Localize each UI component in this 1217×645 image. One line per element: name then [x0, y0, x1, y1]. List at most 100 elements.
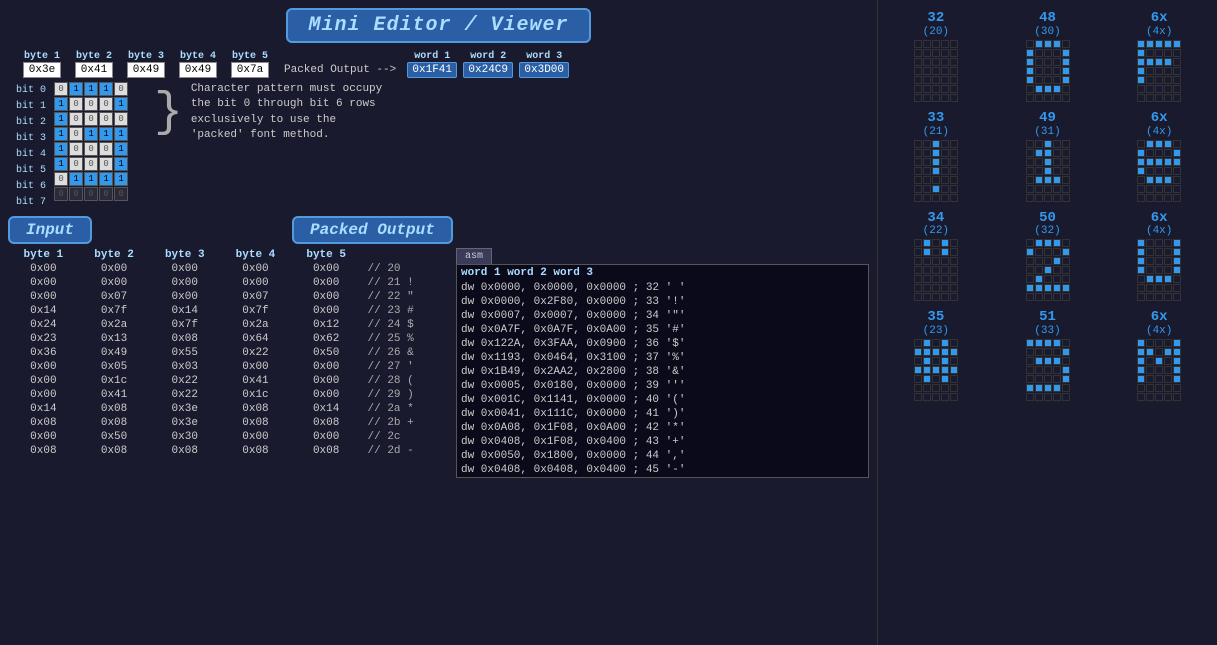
char-cell-1-3-5-0 — [1026, 384, 1034, 392]
input-col-header-4: byte 5 — [291, 248, 362, 262]
word-col-1: word 1 0x1F41 — [404, 51, 460, 78]
char-cell-2-2-2-2 — [1155, 257, 1163, 265]
char-cell-0-0-5-1 — [923, 85, 931, 93]
char-cell-2-3-3-3 — [1164, 366, 1172, 374]
char-cell-1-2-1-1 — [1035, 248, 1043, 256]
char-cell-1-3-3-3 — [1053, 366, 1061, 374]
input-col-header-3: byte 4 — [220, 248, 291, 262]
grid-cell-7-1[interactable]: 0 — [69, 187, 83, 201]
grid-cell-3-1[interactable]: 0 — [69, 127, 83, 141]
grid-cell-1-2[interactable]: 0 — [84, 97, 98, 111]
packed-cell-12: dw 0x0050, 0x1800, 0x0000 ; 44 ',' — [457, 449, 868, 463]
grid-cell-4-0[interactable]: 1 — [54, 142, 68, 156]
grid-cell-0-0[interactable]: 0 — [54, 82, 68, 96]
input-cell-2-4: 0x00 — [291, 290, 362, 304]
bit-grid-row-1: 10001 — [54, 97, 128, 111]
input-cell-1-0: 0x00 — [8, 276, 79, 290]
char-cell-2-1-4-2 — [1155, 176, 1163, 184]
char-cell-2-3-6-2 — [1155, 393, 1163, 401]
grid-cell-6-4[interactable]: 1 — [114, 172, 128, 186]
grid-cell-0-3[interactable]: 1 — [99, 82, 113, 96]
char-cell-0-2-6-4 — [950, 293, 958, 301]
char-cell-1-3-6-0 — [1026, 393, 1034, 401]
grid-cell-4-4[interactable]: 1 — [114, 142, 128, 156]
char-cell-0-3-1-2 — [932, 348, 940, 356]
grid-cell-6-3[interactable]: 1 — [99, 172, 113, 186]
char-cell-0-0-3-4 — [950, 67, 958, 75]
grid-cell-1-3[interactable]: 0 — [99, 97, 113, 111]
input-cell-0-1: 0x00 — [79, 262, 150, 276]
grid-cell-3-4[interactable]: 1 — [114, 127, 128, 141]
grid-cell-2-0[interactable]: 1 — [54, 112, 68, 126]
grid-cell-1-0[interactable]: 1 — [54, 97, 68, 111]
grid-cell-4-1[interactable]: 0 — [69, 142, 83, 156]
grid-cell-5-0[interactable]: 1 — [54, 157, 68, 171]
annotation-area: } Character pattern must occupy the bit … — [154, 82, 391, 144]
char-cell-1-0-0-1 — [1035, 40, 1043, 48]
char-cell-1-3-5-2 — [1044, 384, 1052, 392]
grid-cell-0-4[interactable]: 0 — [114, 82, 128, 96]
char-cell-0-2-0-4 — [950, 239, 958, 247]
char-cell-2-0-4-3 — [1164, 76, 1172, 84]
char-number-0-0: 32 — [927, 10, 944, 27]
grid-cell-6-0[interactable]: 0 — [54, 172, 68, 186]
char-cell-2-3-2-0 — [1137, 357, 1145, 365]
grid-cell-3-0[interactable]: 1 — [54, 127, 68, 141]
char-cell-2-2-1-4 — [1173, 248, 1181, 256]
grid-cell-4-3[interactable]: 0 — [99, 142, 113, 156]
grid-cell-2-4[interactable]: 0 — [114, 112, 128, 126]
asm-tab[interactable]: asm — [456, 248, 492, 264]
char-cell-1-3-5-4 — [1062, 384, 1070, 392]
grid-cell-3-3[interactable]: 1 — [99, 127, 113, 141]
char-cell-2-3-0-0 — [1137, 339, 1145, 347]
char-cell-0-1-2-0 — [914, 158, 922, 166]
char-cell-1-3-0-3 — [1053, 339, 1061, 347]
char-cell-1-0-2-3 — [1053, 58, 1061, 66]
char-sub-0-1: (21) — [923, 127, 949, 138]
char-column-1: 48(30)49(31)50(32)51(33) — [994, 8, 1102, 637]
char-cell-0-1-6-4 — [950, 194, 958, 202]
bit-row-label-4: bit 4 — [16, 146, 50, 162]
char-cell-1-2-5-0 — [1026, 284, 1034, 292]
grid-cell-2-3[interactable]: 0 — [99, 112, 113, 126]
grid-cell-5-2[interactable]: 0 — [84, 157, 98, 171]
grid-cell-4-2[interactable]: 0 — [84, 142, 98, 156]
grid-cell-6-2[interactable]: 1 — [84, 172, 98, 186]
grid-cell-0-2[interactable]: 1 — [84, 82, 98, 96]
char-cell-0-3-0-3 — [941, 339, 949, 347]
char-cell-1-3-3-0 — [1026, 366, 1034, 374]
grid-cell-2-2[interactable]: 0 — [84, 112, 98, 126]
char-cell-2-0-4-2 — [1155, 76, 1163, 84]
char-cell-0-3-2-3 — [941, 357, 949, 365]
char-cell-2-1-5-2 — [1155, 185, 1163, 193]
grid-cell-7-3[interactable]: 0 — [99, 187, 113, 201]
grid-cell-6-1[interactable]: 1 — [69, 172, 83, 186]
byte-col-2: byte 2 0x41 — [68, 51, 120, 78]
input-cell-3-2: 0x14 — [149, 304, 220, 318]
char-cell-2-1-2-3 — [1164, 158, 1172, 166]
grid-cell-3-2[interactable]: 1 — [84, 127, 98, 141]
grid-cell-0-1[interactable]: 1 — [69, 82, 83, 96]
input-cell-6-2: 0x55 — [149, 346, 220, 360]
grid-cell-5-1[interactable]: 0 — [69, 157, 83, 171]
input-row-12: 0x000x500x300x000x00// 2c — [8, 430, 448, 444]
grid-cell-2-1[interactable]: 0 — [69, 112, 83, 126]
grid-cell-1-4[interactable]: 1 — [114, 97, 128, 111]
char-cell-0-0-0-0 — [914, 40, 922, 48]
char-cell-1-1-5-3 — [1053, 185, 1061, 193]
grid-cell-1-1[interactable]: 0 — [69, 97, 83, 111]
grid-cell-7-0[interactable]: 0 — [54, 187, 68, 201]
char-cell-1-0-5-3 — [1053, 85, 1061, 93]
grid-cell-5-3[interactable]: 0 — [99, 157, 113, 171]
char-cell-2-1-2-2 — [1155, 158, 1163, 166]
packed-row-0: dw 0x0000, 0x0000, 0x0000 ; 32 ' ' — [457, 281, 868, 295]
bit-grid-row-0: 01110 — [54, 82, 128, 96]
char-cell-0-1-5-4 — [950, 185, 958, 193]
packed-cell-1: dw 0x0000, 0x2F80, 0x0000 ; 33 '!' — [457, 295, 868, 309]
grid-cell-7-2[interactable]: 0 — [84, 187, 98, 201]
grid-cell-7-4[interactable]: 0 — [114, 187, 128, 201]
input-cell-8-0: 0x00 — [8, 374, 79, 388]
input-cell-11-0: 0x08 — [8, 416, 79, 430]
grid-cell-5-4[interactable]: 1 — [114, 157, 128, 171]
input-cell-4-2: 0x7f — [149, 318, 220, 332]
